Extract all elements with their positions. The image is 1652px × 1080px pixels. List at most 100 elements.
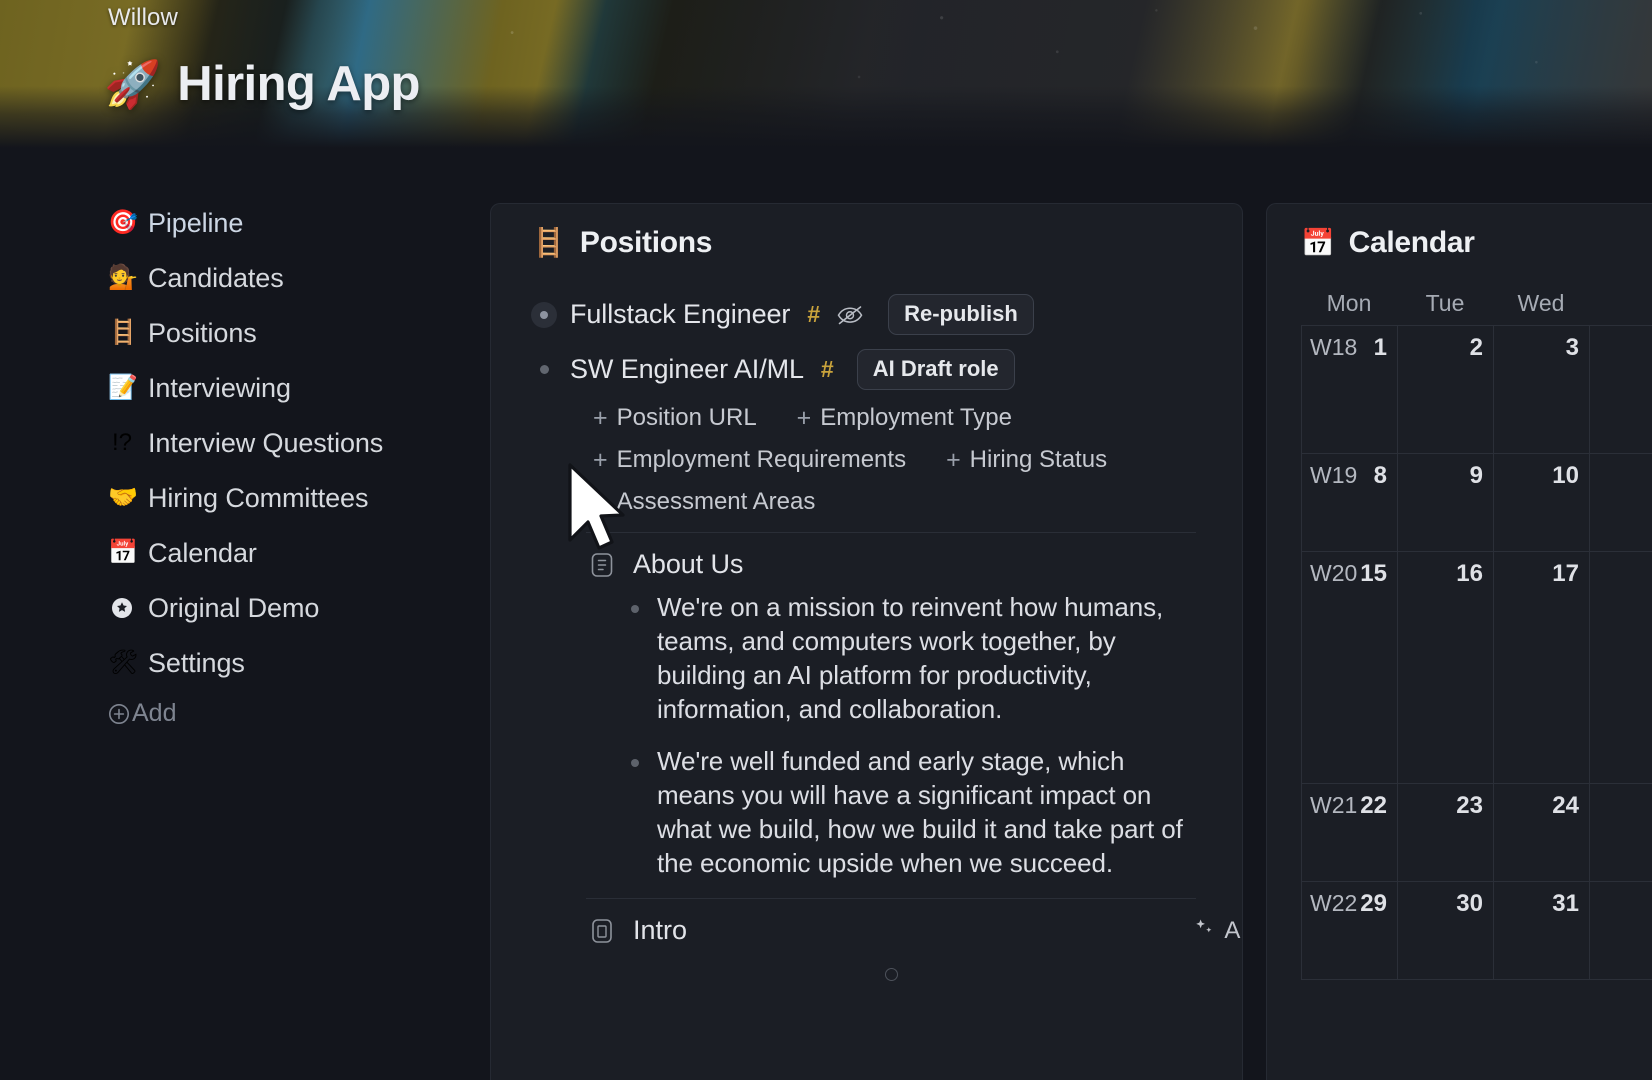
calendar-day-cell[interactable]: 16 [1398, 552, 1494, 783]
calendar-day-cell[interactable]: 3 [1494, 326, 1590, 453]
calendar-week-row: W20 15 16 17 [1302, 552, 1652, 784]
calendar-day-headers: Mon Tue Wed [1301, 290, 1652, 317]
bullet-toggle-icon[interactable] [531, 357, 557, 383]
property-chip-row: + Assessment Areas [593, 488, 1212, 516]
calendar-day-number: 24 [1552, 792, 1579, 819]
calendar-day-cell[interactable]: W22 29 [1302, 882, 1398, 979]
add-property-employment-type[interactable]: + Employment Type [797, 404, 1012, 432]
sidebar-item-label: Hiring Committees [148, 482, 369, 513]
page-indicator-dot[interactable] [531, 968, 1212, 981]
intro-label: Intro [633, 915, 688, 945]
position-property-chips: + Position URL + Employment Type + Emplo… [593, 404, 1212, 516]
calendar-day-number: 31 [1552, 890, 1579, 917]
calendar-day-cell[interactable] [1590, 882, 1652, 979]
document-block-icon [587, 916, 617, 946]
calendar-day-number: 2 [1469, 334, 1483, 361]
calendar-day-cell[interactable]: 23 [1398, 784, 1494, 881]
rocket-icon[interactable]: 🚀 [104, 61, 161, 107]
calendar-day-cell[interactable]: W18 1 [1302, 326, 1398, 453]
sidebar-item-calendar[interactable]: 📅 Calendar [108, 534, 257, 572]
calendar-day-cell[interactable]: W20 15 [1302, 552, 1398, 783]
calendar-day-cell[interactable] [1590, 454, 1652, 551]
property-label: Position URL [616, 404, 757, 431]
add-property-employment-requirements[interactable]: + Employment Requirements [593, 446, 906, 474]
sidebar-item-interview-questions[interactable]: !? Interview Questions [108, 424, 383, 462]
sidebar-item-pipeline[interactable]: 🎯 Pipeline [108, 204, 243, 242]
add-property-assessment-areas[interactable]: + Assessment Areas [593, 488, 815, 516]
calendar-day-cell[interactable]: 2 [1398, 326, 1494, 453]
calendar-day-cell[interactable]: 9 [1398, 454, 1494, 551]
add-property-position-url[interactable]: + Position URL [593, 404, 757, 432]
calendar-day-number: 10 [1552, 462, 1579, 489]
intro-block-row[interactable]: Intro AI [587, 915, 1242, 946]
calendar-day-cell[interactable]: 31 [1494, 882, 1590, 979]
sidebar-item-candidates[interactable]: 💁 Candidates [108, 259, 284, 297]
plus-icon: + [946, 445, 961, 474]
bullet-text: We're on a mission to reinvent how human… [657, 592, 1164, 724]
calendar-day-number: 17 [1552, 560, 1579, 587]
calendar-icon: 📅 [108, 539, 138, 566]
page-title[interactable]: Hiring App [177, 56, 420, 112]
hash-icon[interactable]: # [821, 356, 834, 383]
position-title[interactable]: Fullstack Engineer [570, 299, 790, 330]
calendar-day-cell[interactable]: 30 [1398, 882, 1494, 979]
workspace-name[interactable]: Willow [108, 4, 178, 32]
plus-icon: + [593, 403, 608, 432]
ladder-icon: 🪜 [531, 227, 566, 258]
calendar-day-cell[interactable]: 10 [1494, 454, 1590, 551]
bullet-dot-icon [631, 759, 639, 767]
about-us-block-header[interactable]: About Us [587, 549, 1212, 580]
calendar-day-cell[interactable]: 24 [1494, 784, 1590, 881]
calendar-day-cell[interactable]: W21 22 [1302, 784, 1398, 881]
plus-icon: + [593, 445, 608, 474]
position-row-sw-engineer-ai-ml[interactable]: SW Engineer AI/ML # AI Draft role [531, 349, 1212, 390]
property-label: Assessment Areas [616, 488, 816, 515]
eye-off-icon[interactable] [835, 304, 865, 326]
position-row-fullstack-engineer[interactable]: Fullstack Engineer # Re-publish [531, 294, 1212, 335]
calendar-day-cell[interactable] [1590, 784, 1652, 881]
sidebar-add-button[interactable]: Add [108, 699, 176, 728]
week-number-label: W20 [1310, 560, 1358, 586]
calendar-week-row: W18 1 2 3 [1302, 326, 1652, 454]
star-circle-icon [108, 594, 136, 622]
calendar-day-cell[interactable]: W19 8 [1302, 454, 1398, 551]
calendar-week-row: W22 29 30 31 [1302, 882, 1652, 980]
calendar-day-header: Tue [1425, 290, 1465, 316]
list-item: We're on a mission to reinvent how human… [631, 590, 1191, 726]
calendar-day-cell[interactable] [1590, 552, 1652, 783]
calendar-day-number: 9 [1469, 462, 1483, 489]
sidebar-item-settings[interactable]: 🛠 Settings [108, 644, 245, 682]
calendar-day-number: 23 [1456, 792, 1483, 819]
calendar-day-header: Mon [1326, 290, 1372, 316]
calendar-day-cell[interactable]: 17 [1494, 552, 1590, 783]
about-us-heading: About Us [633, 549, 744, 579]
republish-button[interactable]: Re-publish [888, 294, 1034, 335]
sidebar-item-hiring-committees[interactable]: 🤝 Hiring Committees [108, 479, 368, 517]
add-property-hiring-status[interactable]: + Hiring Status [946, 446, 1107, 474]
calendar-week-row: W19 8 9 10 [1302, 454, 1652, 552]
sidebar-item-label: Positions [148, 317, 257, 348]
calendar-day-cell[interactable] [1590, 326, 1652, 453]
positions-panel: 🪜 Positions Fullstack Engineer # Re-publ… [490, 203, 1243, 1080]
property-label: Employment Type [820, 404, 1012, 431]
week-number-label: W19 [1310, 462, 1358, 488]
position-title[interactable]: SW Engineer AI/ML [570, 354, 804, 385]
ai-draft-role-button[interactable]: AI Draft role [856, 349, 1015, 390]
ai-label: AI [1224, 916, 1242, 944]
hash-icon[interactable]: # [807, 301, 820, 328]
sidebar-item-positions[interactable]: 🪜 Positions [108, 314, 257, 352]
property-label: Hiring Status [969, 446, 1108, 473]
calendar-grid: W18 1 2 3 W19 8 9 10 W20 15 16 17 W21 22… [1301, 325, 1652, 980]
bullet-dot-icon [631, 605, 639, 613]
tools-icon: 🛠 [108, 649, 139, 676]
property-label: Employment Requirements [616, 446, 907, 473]
sidebar-item-label: Pipeline [148, 207, 244, 238]
sidebar-item-interviewing[interactable]: 📝 Interviewing [108, 369, 291, 407]
sidebar-item-original-demo[interactable]: Original Demo [108, 589, 319, 627]
ai-button[interactable]: AI [1192, 915, 1242, 946]
calendar-panel-title: Calendar [1348, 226, 1475, 259]
property-chip-row: + Employment Requirements + Hiring Statu… [593, 446, 1212, 474]
expand-toggle-icon[interactable] [531, 301, 557, 328]
plus-icon: + [796, 403, 812, 432]
app-root: Willow 🚀 Hiring App 🎯 Pipeline 💁 Candida… [0, 0, 1652, 1080]
